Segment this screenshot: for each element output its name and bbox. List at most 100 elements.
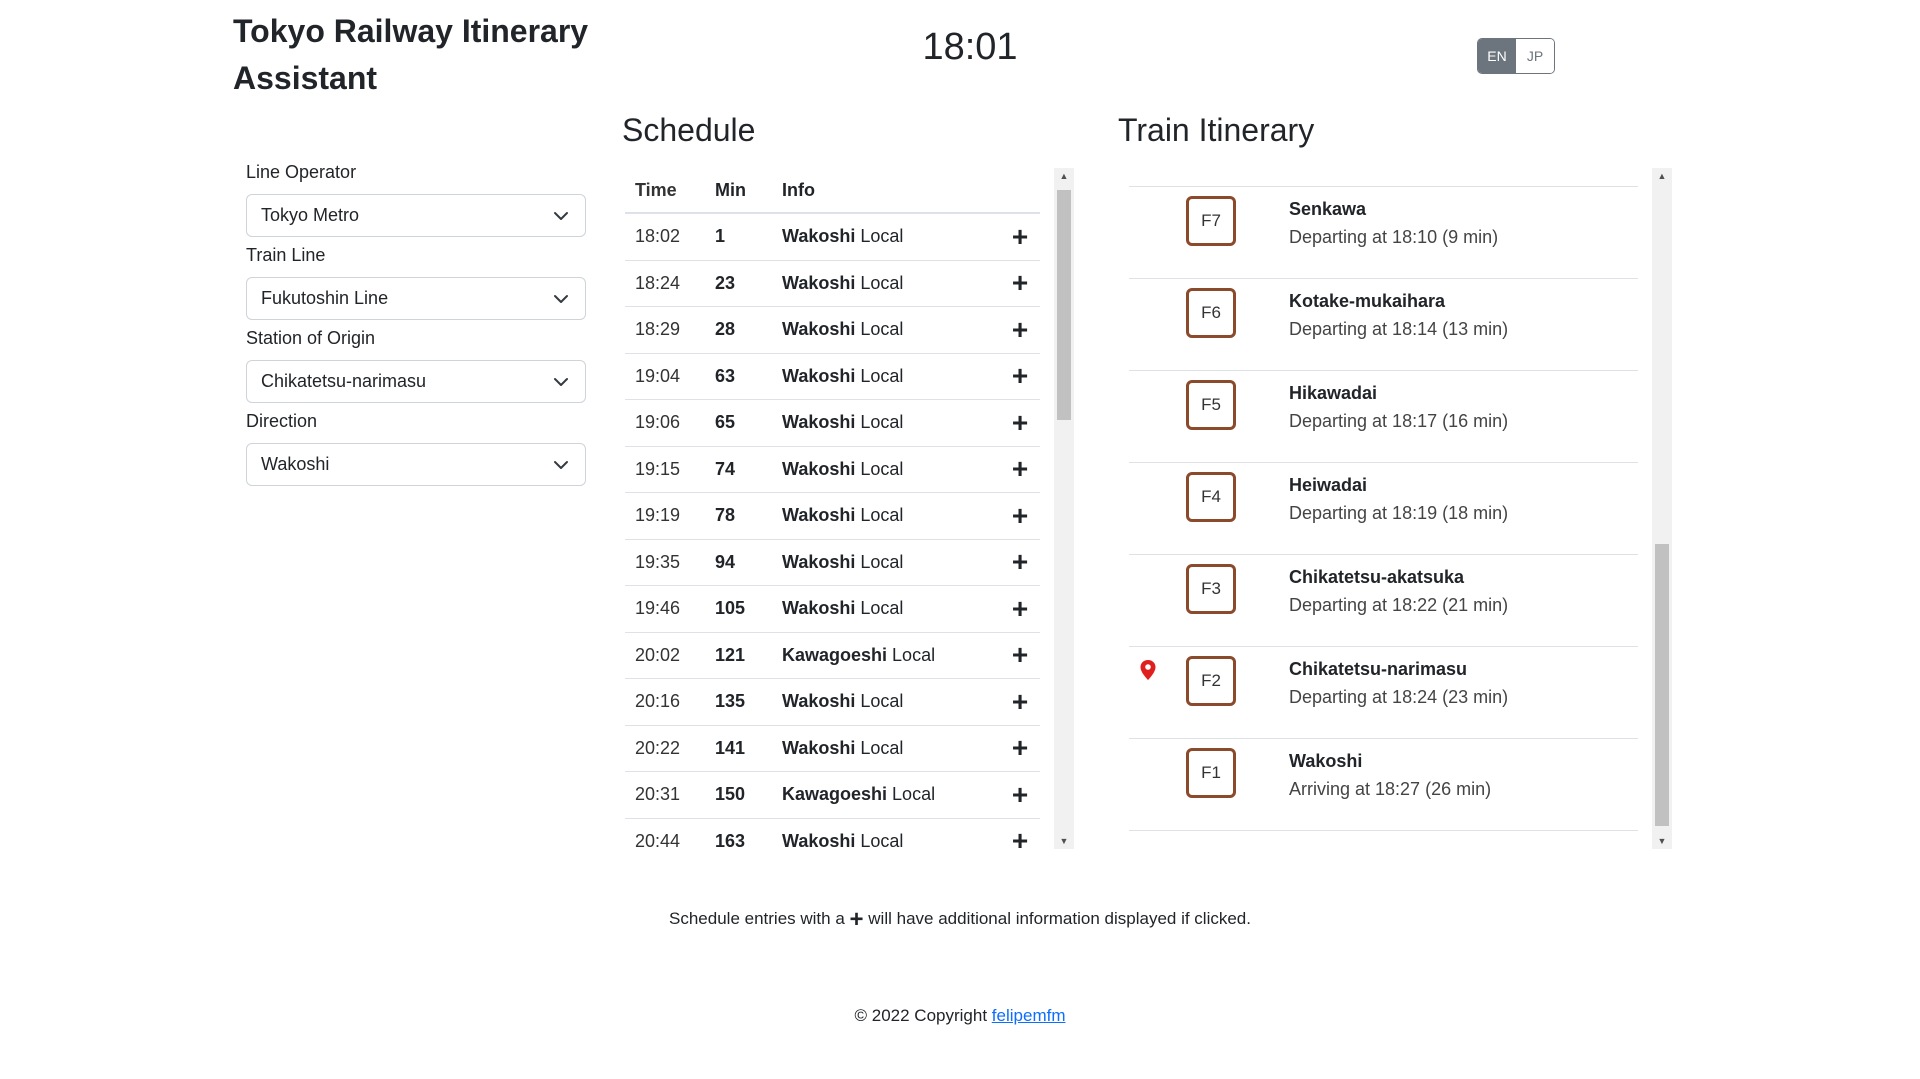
row-min: 105	[715, 598, 746, 619]
station-time: Departing at 18:17 (16 min)	[1289, 411, 1509, 431]
row-info: Wakoshi Local	[772, 459, 1000, 480]
schedule-row[interactable]: 20:22 141 Wakoshi Local +	[625, 726, 1040, 772]
schedule-row[interactable]: 20:02 121 Kawagoeshi Local +	[625, 633, 1040, 679]
schedule-scrollbar[interactable]: ▲ ▼	[1054, 168, 1074, 849]
lang-en-button[interactable]: EN	[1478, 39, 1516, 73]
itinerary-title: Train Itinerary	[1118, 112, 1315, 148]
header-info: Info	[782, 179, 815, 200]
row-info: Wakoshi Local	[772, 598, 1000, 619]
row-min: 63	[715, 365, 736, 386]
row-train-type: Local	[860, 505, 904, 526]
scrollbar-thumb[interactable]	[1655, 544, 1669, 826]
station-time: Departing at 18:14 (13 min)	[1289, 319, 1509, 339]
location-pin-icon	[1140, 660, 1156, 680]
chevron-down-icon	[554, 378, 568, 386]
row-destination: Wakoshi	[782, 319, 856, 340]
station-code-badge: F7	[1186, 196, 1236, 246]
scrollbar-thumb[interactable]	[1057, 190, 1071, 420]
schedule-row[interactable]: 20:16 135 Wakoshi Local +	[625, 679, 1040, 726]
expand-plus-icon[interactable]: +	[1000, 455, 1040, 483]
station-code-badge: F4	[1186, 472, 1236, 522]
expand-plus-icon[interactable]: +	[1000, 408, 1040, 437]
expand-plus-icon[interactable]: +	[1000, 594, 1040, 623]
expand-plus-icon[interactable]: +	[1000, 501, 1040, 530]
schedule-table: Time Min Info 18:02 1 Wakoshi Local +18:24 2…	[625, 168, 1040, 849]
itinerary-stop: F2 Chikatetsu-narimasu Departing at 18:24 …	[1129, 647, 1638, 739]
footer: © 2022 Copyright felipemfm	[0, 1006, 1920, 1026]
scroll-down-arrow-icon[interactable]: ▼	[1054, 833, 1074, 849]
chevron-down-icon	[554, 461, 568, 469]
schedule-row[interactable]: 18:24 23 Wakoshi Local +	[625, 261, 1040, 307]
expand-plus-icon[interactable]: +	[1000, 827, 1040, 849]
language-toggle: EN JP	[1477, 38, 1555, 74]
row-info: Wakoshi Local	[772, 738, 1000, 759]
row-info: Kawagoeshi Local	[772, 645, 1000, 666]
expand-plus-icon[interactable]: +	[1000, 548, 1040, 576]
line-select[interactable]: Fukutoshin Line	[246, 277, 586, 320]
row-destination: Wakoshi	[782, 598, 856, 619]
row-destination: Wakoshi	[782, 691, 856, 712]
row-destination: Kawagoeshi	[782, 644, 888, 665]
schedule-row[interactable]: 19:04 63 Wakoshi Local +	[625, 354, 1040, 400]
row-min: 28	[715, 319, 736, 340]
scroll-up-arrow-icon[interactable]: ▲	[1652, 168, 1672, 184]
itinerary-list: F7 Senkawa Departing at 18:10 (9 min) F6 Kot…	[1129, 186, 1638, 831]
row-train-type: Local	[860, 598, 904, 619]
schedule-panel: Time Min Info 18:02 1 Wakoshi Local +18:24 2…	[625, 168, 1074, 849]
scroll-up-arrow-icon[interactable]: ▲	[1054, 168, 1074, 184]
schedule-row[interactable]: 19:06 65 Wakoshi Local +	[625, 400, 1040, 447]
itinerary-stop: F4 Heiwadai Departing at 18:19 (18 min)	[1129, 463, 1638, 555]
expand-plus-icon[interactable]: +	[1000, 222, 1040, 251]
station-time: Departing at 18:22 (21 min)	[1289, 595, 1509, 615]
row-min: 23	[715, 272, 736, 293]
station-time: Arriving at 18:27 (26 min)	[1289, 779, 1492, 799]
schedule-row[interactable]: 19:46 105 Wakoshi Local +	[625, 586, 1040, 633]
expand-plus-icon[interactable]: +	[1000, 687, 1040, 716]
row-time: 19:46	[635, 598, 681, 619]
expand-plus-icon[interactable]: +	[1000, 269, 1040, 297]
line-value: Fukutoshin Line	[261, 288, 389, 308]
schedule-row[interactable]: 19:35 94 Wakoshi Local +	[625, 540, 1040, 586]
schedule-row[interactable]: 18:02 1 Wakoshi Local +	[625, 214, 1040, 261]
row-train-type: Local	[860, 551, 904, 572]
row-info: Wakoshi Local	[772, 505, 1000, 526]
station-code-badge: F6	[1186, 288, 1236, 338]
station-name: Wakoshi	[1289, 751, 1363, 771]
schedule-row[interactable]: 20:44 163 Wakoshi Local +	[625, 819, 1040, 849]
row-min: 65	[715, 412, 736, 433]
author-link[interactable]: felipemfm	[992, 1006, 1066, 1025]
row-destination: Wakoshi	[782, 830, 856, 849]
row-destination: Wakoshi	[782, 412, 856, 433]
schedule-title: Schedule	[622, 112, 756, 148]
row-time: 20:02	[635, 644, 681, 665]
schedule-row[interactable]: 19:15 74 Wakoshi Local +	[625, 447, 1040, 493]
expand-plus-icon[interactable]: +	[1000, 641, 1040, 669]
station-time: Departing at 18:10 (9 min)	[1289, 227, 1499, 247]
scroll-down-arrow-icon[interactable]: ▼	[1652, 833, 1672, 849]
station-name: Senkawa	[1289, 199, 1367, 219]
direction-select[interactable]: Wakoshi	[246, 443, 586, 486]
row-train-type: Local	[892, 784, 936, 805]
row-destination: Wakoshi	[782, 458, 856, 479]
expand-plus-icon[interactable]: +	[1000, 362, 1040, 390]
row-destination: Wakoshi	[782, 226, 856, 247]
itinerary-stop: F3 Chikatetsu-akatsuka Departing at 18:22 …	[1129, 555, 1638, 647]
station-code-badge: F5	[1186, 380, 1236, 430]
itinerary-stop: F7 Senkawa Departing at 18:10 (9 min)	[1129, 187, 1638, 279]
row-min: 78	[715, 505, 736, 526]
schedule-row[interactable]: 18:29 28 Wakoshi Local +	[625, 307, 1040, 354]
itinerary-stop: F5 Hikawadai Departing at 18:17 (16 min)	[1129, 371, 1638, 463]
note-after: will have additional information display…	[868, 909, 1251, 928]
itinerary-panel: F7 Senkawa Departing at 18:10 (9 min) F6 Kot…	[1129, 168, 1672, 849]
schedule-row[interactable]: 19:19 78 Wakoshi Local +	[625, 493, 1040, 540]
row-train-type: Local	[860, 226, 904, 247]
row-info: Kawagoeshi Local	[772, 784, 1000, 805]
origin-select[interactable]: Chikatetsu-narimasu	[246, 360, 586, 403]
schedule-row[interactable]: 20:31 150 Kawagoeshi Local +	[625, 772, 1040, 819]
lang-jp-button[interactable]: JP	[1516, 39, 1554, 73]
expand-plus-icon[interactable]: +	[1000, 780, 1040, 809]
itinerary-scrollbar[interactable]: ▲ ▼	[1652, 168, 1672, 849]
expand-plus-icon[interactable]: +	[1000, 315, 1040, 344]
operator-select[interactable]: Tokyo Metro	[246, 194, 586, 237]
expand-plus-icon[interactable]: +	[1000, 734, 1040, 762]
